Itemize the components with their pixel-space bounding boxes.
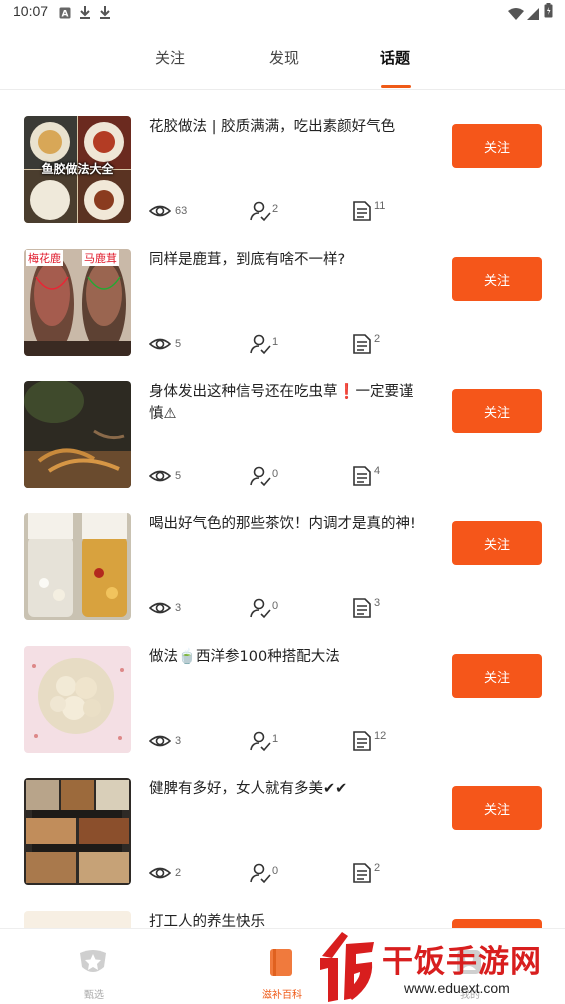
thumbnail-caption: 梅花鹿: [26, 250, 63, 266]
followers-count: 0: [272, 600, 279, 612]
posts-count: 3: [374, 597, 381, 609]
views-count: 5: [175, 470, 182, 482]
followers-count: 0: [272, 468, 279, 480]
eye-icon: [149, 205, 171, 217]
follow-button[interactable]: 关注: [452, 786, 542, 830]
document-icon: [353, 201, 371, 221]
followers-count: 1: [272, 336, 279, 348]
watermark: 干饭手游网 www.eduext.com: [312, 928, 565, 1004]
watermark-logo: [312, 928, 378, 1004]
active-tab-indicator: [381, 85, 411, 88]
topic-title[interactable]: 健脾有多好，女人就有多美✔✔: [149, 778, 424, 800]
signal-icon: [527, 5, 539, 24]
topic-row[interactable]: 打工人的养生快乐 关注: [0, 885, 565, 928]
notification-a-icon: A: [59, 4, 71, 23]
battery-icon: [544, 3, 553, 22]
download-icon: [99, 4, 111, 23]
topic-list[interactable]: 鱼胶做法大全 花胶做法 | 胶质满满，吃出素颜好气色 63 2 11 关注 梅花…: [0, 90, 565, 928]
topic-title[interactable]: 同样是鹿茸，到底有啥不一样?: [149, 249, 424, 271]
topic-title[interactable]: 身体发出这种信号还在吃虫草❗一定要谨慎⚠: [149, 381, 424, 425]
eye-icon: [149, 470, 171, 482]
posts-count: 11: [374, 200, 386, 212]
follow-button[interactable]: 关注: [452, 521, 542, 565]
tab-follow[interactable]: 关注: [155, 47, 185, 68]
followers-count: 0: [272, 865, 279, 877]
topic-row[interactable]: 喝出好气色的那些茶饮！内调才是真的神! 3 0 3 关注: [0, 487, 565, 620]
person-check-icon: [250, 466, 271, 487]
views-count: 2: [175, 867, 182, 879]
views-count: 5: [175, 338, 182, 350]
topic-thumbnail: [24, 381, 131, 488]
views-count: 3: [175, 735, 182, 747]
watermark-url: www.eduext.com: [404, 980, 510, 996]
posts-count: 2: [374, 333, 381, 345]
person-check-icon: [250, 201, 271, 222]
tab-topics[interactable]: 话题: [380, 47, 410, 68]
watermark-title: 干饭手游网: [382, 944, 542, 980]
person-check-icon: [250, 598, 271, 619]
document-icon: [353, 598, 371, 618]
person-check-icon: [250, 334, 271, 355]
topic-row[interactable]: 做法🍵西洋参100种搭配大法 3 1 12 关注: [0, 620, 565, 753]
wifi-icon: [508, 5, 524, 24]
nav-label: 甄选: [84, 990, 104, 1001]
topic-thumbnail: [24, 778, 131, 885]
book-icon: [264, 945, 298, 983]
tab-discover[interactable]: 发现: [269, 47, 299, 68]
topic-row[interactable]: 鱼胶做法大全 花胶做法 | 胶质满满，吃出素颜好气色 63 2 11 关注: [0, 90, 565, 223]
topic-row[interactable]: 身体发出这种信号还在吃虫草❗一定要谨慎⚠ 5 0 4 关注: [0, 355, 565, 488]
posts-count: 4: [374, 465, 381, 477]
topic-title[interactable]: 做法🍵西洋参100种搭配大法: [149, 646, 424, 668]
document-icon: [353, 731, 371, 751]
follow-button[interactable]: 关注: [452, 654, 542, 698]
topic-thumbnail: [24, 911, 131, 928]
topic-thumbnail: [24, 646, 131, 753]
followers-count: 1: [272, 733, 279, 745]
status-time: 10:07: [13, 3, 49, 19]
document-icon: [353, 334, 371, 354]
topic-title[interactable]: 花胶做法 | 胶质满满，吃出素颜好气色: [149, 116, 424, 138]
thumbnail-caption: 马鹿茸: [82, 250, 119, 266]
views-count: 63: [175, 205, 188, 217]
follow-button[interactable]: 关注: [452, 124, 542, 168]
eye-icon: [149, 602, 171, 614]
topic-thumbnail: 梅花鹿 马鹿茸: [24, 249, 131, 356]
views-count: 3: [175, 602, 182, 614]
topic-row[interactable]: 梅花鹿 马鹿茸 同样是鹿茸，到底有啥不一样? 5 1 2 关注: [0, 223, 565, 356]
thumbnail-caption: 鱼胶做法大全: [41, 162, 114, 176]
nav-item-featured[interactable]: 甄选: [34, 929, 154, 1004]
download-icon: [79, 4, 91, 23]
topic-thumbnail: [24, 513, 131, 620]
posts-count: 2: [374, 862, 381, 874]
top-tab-bar: 关注 发现 话题: [0, 36, 565, 90]
posts-count: 12: [374, 730, 387, 742]
topic-row[interactable]: 健脾有多好，女人就有多美✔✔ 2 0 2 关注: [0, 752, 565, 885]
follow-button[interactable]: 关注: [452, 257, 542, 301]
followers-count: 2: [272, 203, 279, 215]
follow-button[interactable]: 关注: [452, 919, 542, 928]
eye-icon: [149, 338, 171, 350]
star-badge-icon: [76, 945, 110, 983]
eye-icon: [149, 735, 171, 747]
topic-title[interactable]: 打工人的养生快乐: [149, 911, 424, 928]
follow-button[interactable]: 关注: [452, 389, 542, 433]
topic-title[interactable]: 喝出好气色的那些茶饮！内调才是真的神!: [149, 513, 424, 535]
person-check-icon: [250, 731, 271, 752]
document-icon: [353, 863, 371, 883]
eye-icon: [149, 867, 171, 879]
status-bar: 10:07 A: [0, 0, 565, 24]
topic-thumbnail: 鱼胶做法大全: [24, 116, 131, 223]
person-check-icon: [250, 863, 271, 884]
document-icon: [353, 466, 371, 486]
svg-text:A: A: [62, 10, 69, 20]
